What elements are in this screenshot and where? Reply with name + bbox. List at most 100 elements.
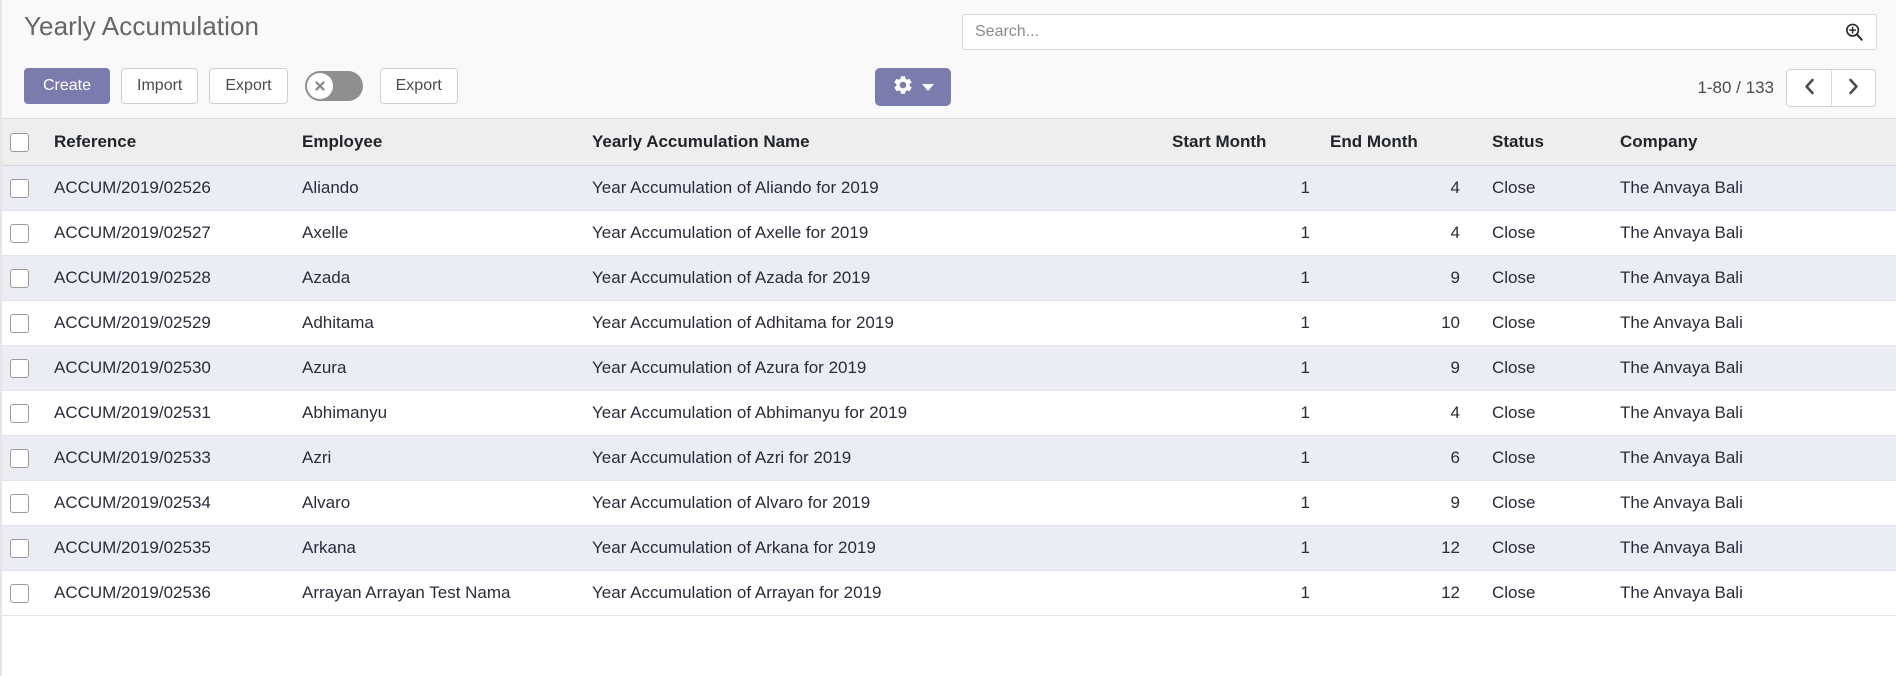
table-row[interactable]: ACCUM/2019/02528 Azada Year Accumulation o… xyxy=(2,255,1896,302)
cell-end-month: 9 xyxy=(1320,255,1470,302)
pager-buttons xyxy=(1786,69,1876,107)
row-select-cell xyxy=(2,480,44,527)
table-row[interactable]: ACCUM/2019/02531 Abhimanyu Year Accumulati… xyxy=(2,390,1896,437)
cell-start-month: 1 xyxy=(1162,525,1320,572)
table-row[interactable]: ACCUM/2019/02536 Arrayan Arrayan Test Nam… xyxy=(2,570,1896,617)
search-input[interactable] xyxy=(963,15,1843,49)
caret-down-icon xyxy=(922,83,934,91)
column-header-end-month[interactable]: End Month xyxy=(1320,119,1470,167)
cell-status: Close xyxy=(1470,435,1600,482)
cell-accumulation-name: Year Accumulation of Axelle for 2019 xyxy=(582,210,1162,257)
export-secondary-button[interactable]: Export xyxy=(379,68,458,104)
cell-accumulation-name: Year Accumulation of Alvaro for 2019 xyxy=(582,480,1162,527)
status-toggle-switch[interactable] xyxy=(304,71,363,101)
cell-status: Close xyxy=(1470,255,1600,302)
table-row[interactable]: ACCUM/2019/02527 Axelle Year Accumulation … xyxy=(2,210,1896,257)
cell-company: The Anvaya Bali xyxy=(1600,480,1896,527)
column-header-accumulation-name[interactable]: Yearly Accumulation Name xyxy=(582,119,1162,167)
table-row[interactable]: ACCUM/2019/02533 Azri Year Accumulation of… xyxy=(2,435,1896,482)
column-header-reference[interactable]: Reference xyxy=(44,119,292,167)
search-bar[interactable] xyxy=(962,14,1877,50)
cell-reference: ACCUM/2019/02531 xyxy=(44,390,292,437)
cell-end-month: 9 xyxy=(1320,345,1470,392)
cell-status: Close xyxy=(1470,210,1600,257)
select-all-checkbox[interactable] xyxy=(10,133,29,153)
cell-company: The Anvaya Bali xyxy=(1600,390,1896,437)
cell-company: The Anvaya Bali xyxy=(1600,525,1896,572)
cell-status: Close xyxy=(1470,480,1600,527)
row-select-cell xyxy=(2,255,44,302)
column-header-start-month[interactable]: Start Month xyxy=(1162,119,1320,167)
column-header-company[interactable]: Company xyxy=(1600,119,1896,167)
cell-start-month: 1 xyxy=(1162,390,1320,437)
cell-reference: ACCUM/2019/02527 xyxy=(44,210,292,257)
export-button[interactable]: Export xyxy=(209,68,288,104)
row-checkbox[interactable] xyxy=(10,584,29,604)
row-select-cell xyxy=(2,525,44,572)
row-checkbox[interactable] xyxy=(10,494,29,514)
chevron-left-icon xyxy=(1802,77,1817,99)
control-panel: Yearly Accumulation Create Import Export… xyxy=(2,0,1896,119)
pager-next-button[interactable] xyxy=(1831,70,1875,106)
create-button[interactable]: Create xyxy=(24,68,111,104)
cell-accumulation-name: Year Accumulation of Arrayan for 2019 xyxy=(582,570,1162,617)
page-title: Yearly Accumulation xyxy=(24,11,260,41)
cell-status: Close xyxy=(1470,525,1600,572)
cell-accumulation-name: Year Accumulation of Abhimanyu for 2019 xyxy=(582,390,1162,437)
row-checkbox[interactable] xyxy=(10,449,29,469)
row-select-cell xyxy=(2,570,44,617)
column-header-employee[interactable]: Employee xyxy=(292,119,582,167)
row-checkbox[interactable] xyxy=(10,404,29,424)
row-checkbox[interactable] xyxy=(10,179,29,199)
table-row[interactable]: ACCUM/2019/02529 Adhitama Year Accumulatio… xyxy=(2,300,1896,347)
cell-status: Close xyxy=(1470,390,1600,437)
table-row[interactable]: ACCUM/2019/02535 Arkana Year Accumulation … xyxy=(2,525,1896,572)
cell-status: Close xyxy=(1470,570,1600,617)
cell-status: Close xyxy=(1470,300,1600,347)
close-circle-icon xyxy=(306,73,333,99)
row-select-cell xyxy=(2,165,44,212)
cell-end-month: 10 xyxy=(1320,300,1470,347)
cell-reference: ACCUM/2019/02526 xyxy=(44,165,292,212)
row-select-cell xyxy=(2,435,44,482)
cell-employee: Axelle xyxy=(292,210,582,257)
table-row[interactable]: ACCUM/2019/02530 Azura Year Accumulation o… xyxy=(2,345,1896,392)
column-header-status[interactable]: Status xyxy=(1470,119,1600,167)
cell-company: The Anvaya Bali xyxy=(1600,255,1896,302)
cell-end-month: 4 xyxy=(1320,210,1470,257)
row-checkbox[interactable] xyxy=(10,359,29,379)
cell-accumulation-name: Year Accumulation of Azura for 2019 xyxy=(582,345,1162,392)
table-row[interactable]: ACCUM/2019/02534 Alvaro Year Accumulation … xyxy=(2,480,1896,527)
app-root: Yearly Accumulation Create Import Export… xyxy=(0,0,1896,676)
pager-previous-button[interactable] xyxy=(1787,70,1831,106)
table-head: Reference Employee Yearly Accumulation N… xyxy=(2,119,1896,167)
cell-employee: Adhitama xyxy=(292,300,582,347)
row-checkbox[interactable] xyxy=(10,224,29,244)
import-button[interactable]: Import xyxy=(121,68,199,104)
cell-end-month: 4 xyxy=(1320,165,1470,212)
table-header-row: Reference Employee Yearly Accumulation N… xyxy=(2,119,1896,167)
row-checkbox[interactable] xyxy=(10,269,29,289)
cell-accumulation-name: Year Accumulation of Aliando for 2019 xyxy=(582,165,1162,212)
cell-accumulation-name: Year Accumulation of Arkana for 2019 xyxy=(582,525,1162,572)
select-all-header xyxy=(2,119,44,167)
pager: 1-80 / 133 xyxy=(1697,69,1876,107)
cell-start-month: 1 xyxy=(1162,300,1320,347)
cell-reference: ACCUM/2019/02536 xyxy=(44,570,292,617)
cell-accumulation-name: Year Accumulation of Adhitama for 2019 xyxy=(582,300,1162,347)
cell-end-month: 6 xyxy=(1320,435,1470,482)
cell-company: The Anvaya Bali xyxy=(1600,345,1896,392)
cell-employee: Azura xyxy=(292,345,582,392)
row-checkbox[interactable] xyxy=(10,539,29,559)
search-plus-icon[interactable] xyxy=(1843,21,1876,43)
row-checkbox[interactable] xyxy=(10,314,29,334)
cell-employee: Azri xyxy=(292,435,582,482)
table-body: ACCUM/2019/02526 Aliando Year Accumulation… xyxy=(2,165,1896,617)
cell-reference: ACCUM/2019/02529 xyxy=(44,300,292,347)
table-row[interactable]: ACCUM/2019/02526 Aliando Year Accumulation… xyxy=(2,165,1896,212)
settings-dropdown-button[interactable] xyxy=(875,68,951,106)
cell-company: The Anvaya Bali xyxy=(1600,570,1896,617)
chevron-right-icon xyxy=(1846,77,1861,99)
cell-reference: ACCUM/2019/02535 xyxy=(44,525,292,572)
row-select-cell xyxy=(2,390,44,437)
